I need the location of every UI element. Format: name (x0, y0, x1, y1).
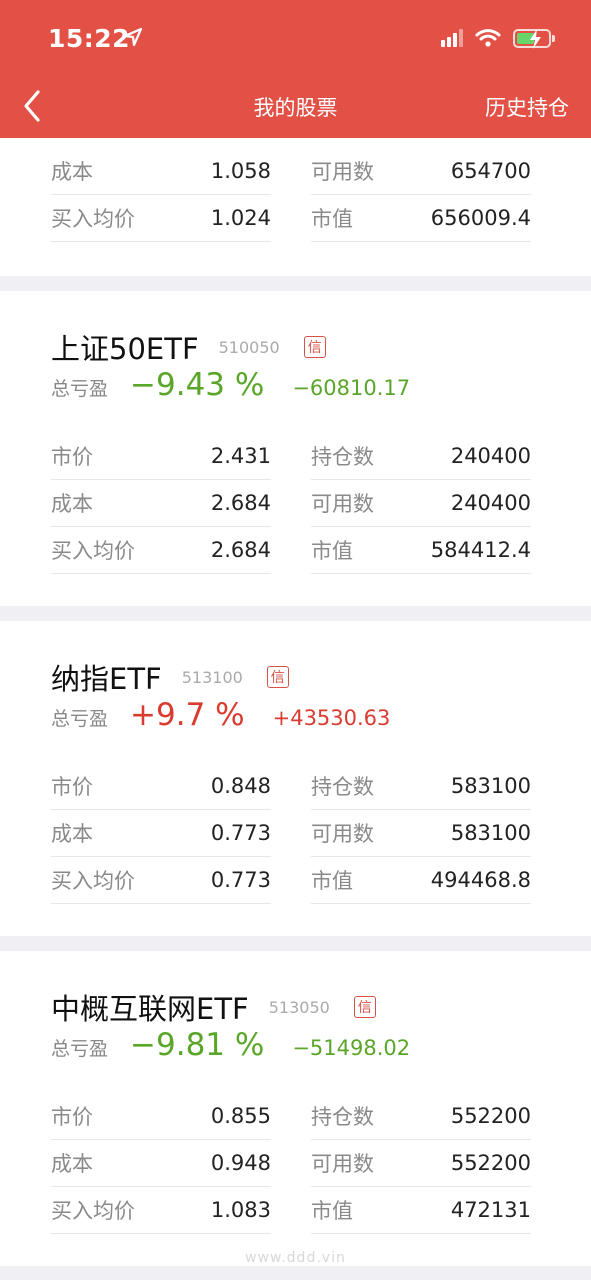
metric-value: 1.083 (210, 1198, 271, 1222)
credit-badge: 信 (303, 336, 326, 358)
credit-badge: 信 (266, 666, 289, 688)
pl-label: 总亏盈 (51, 378, 109, 400)
metric-row: 可用数 654700 (311, 148, 531, 195)
pl-percent: −9.81 % (130, 1027, 265, 1063)
metric-row: 市价 0.855 (51, 1093, 271, 1140)
metric-row: 成本 2.684 (51, 480, 271, 527)
stock-card[interactable]: 纳指ETF 513100 信 总亏盈 +9.7 % +43530.63 市价 0.… (0, 621, 591, 936)
metric-label: 市值 (311, 539, 353, 563)
app-header: 15:22 我的股票 历史持仓 (0, 0, 591, 138)
status-time: 15:22 (48, 24, 131, 53)
metric-label: 成本 (51, 492, 93, 516)
metric-value: 583100 (450, 821, 531, 845)
metric-label: 持仓数 (311, 1105, 374, 1129)
metric-value: 0.848 (210, 774, 271, 798)
stock-code: 510050 (218, 337, 280, 357)
metric-label: 买入均价 (51, 539, 135, 563)
metric-value: 472131 (450, 1198, 531, 1222)
metric-row: 市值 584412.4 (311, 527, 531, 574)
metric-row: 买入均价 1.024 (51, 195, 271, 242)
location-arrow-icon (123, 27, 143, 47)
metric-value: 0.948 (210, 1151, 271, 1175)
pl-amount: −51498.02 (292, 1036, 411, 1060)
metric-value: 1.058 (210, 159, 271, 183)
stock-card-partial: 成本 1.058 买入均价 1.024 可用数 654700 市值 656009… (0, 138, 591, 276)
metric-row: 可用数 552200 (311, 1140, 531, 1187)
metric-row: 市价 0.848 (51, 763, 271, 810)
metric-label: 市价 (51, 775, 93, 799)
metric-value: 0.773 (210, 868, 271, 892)
metric-row: 可用数 240400 (311, 480, 531, 527)
stock-name: 中概互联网ETF (51, 992, 249, 1026)
metric-row: 持仓数 552200 (311, 1093, 531, 1140)
metric-label: 买入均价 (51, 207, 135, 231)
metric-label: 持仓数 (311, 445, 374, 469)
credit-badge: 信 (353, 996, 376, 1018)
metric-row: 可用数 583100 (311, 810, 531, 857)
pl-label: 总亏盈 (51, 1038, 109, 1060)
pl-amount: +43530.63 (272, 706, 391, 730)
metric-row: 成本 0.773 (51, 810, 271, 857)
metric-label: 市值 (311, 207, 353, 231)
metric-value: 552200 (450, 1104, 531, 1128)
battery-icon (513, 28, 555, 49)
metric-row: 市值 656009.4 (311, 195, 531, 242)
metric-label: 可用数 (311, 822, 374, 846)
metric-value: 0.773 (210, 821, 271, 845)
cellular-signal-icon (441, 29, 463, 47)
metric-row: 成本 0.948 (51, 1140, 271, 1187)
metric-value: 2.431 (210, 444, 271, 468)
stock-card[interactable]: 上证50ETF 510050 信 总亏盈 −9.43 % −60810.17 市… (0, 291, 591, 606)
metric-label: 市价 (51, 1105, 93, 1129)
stock-name: 纳指ETF (51, 662, 162, 696)
metric-row: 持仓数 583100 (311, 763, 531, 810)
metric-value: 656009.4 (430, 206, 531, 230)
metric-value: 240400 (450, 491, 531, 515)
metric-label: 可用数 (311, 160, 374, 184)
metric-label: 市值 (311, 1199, 353, 1223)
metric-label: 市价 (51, 445, 93, 469)
metric-value: 654700 (450, 159, 531, 183)
status-icons (441, 28, 555, 49)
metric-row: 市值 494468.8 (311, 857, 531, 904)
metric-value: 2.684 (210, 491, 271, 515)
history-holdings-button[interactable]: 历史持仓 (485, 92, 569, 122)
stock-name: 上证50ETF (51, 332, 199, 366)
stock-code: 513100 (181, 667, 243, 687)
metric-value: 494468.8 (430, 868, 531, 892)
stock-code: 513050 (268, 997, 330, 1017)
wifi-icon (475, 29, 501, 47)
metric-label: 持仓数 (311, 775, 374, 799)
metric-row: 市价 2.431 (51, 433, 271, 480)
metric-label: 可用数 (311, 492, 374, 516)
metric-value: 584412.4 (430, 538, 531, 562)
stock-list: 成本 1.058 买入均价 1.024 可用数 654700 市值 656009… (0, 138, 591, 1266)
stock-card[interactable]: 中概互联网ETF 513050 信 总亏盈 −9.81 % −51498.02 … (0, 951, 591, 1266)
watermark: www.ddd.vin (245, 1250, 346, 1266)
metric-row: 买入均价 0.773 (51, 857, 271, 904)
metric-label: 成本 (51, 160, 93, 184)
metric-row: 市值 472131 (311, 1187, 531, 1234)
metric-value: 2.684 (210, 538, 271, 562)
metric-value: 0.855 (210, 1104, 271, 1128)
pl-percent: −9.43 % (130, 367, 265, 403)
metric-row: 买入均价 1.083 (51, 1187, 271, 1234)
metric-label: 市值 (311, 869, 353, 893)
metric-label: 买入均价 (51, 1199, 135, 1223)
metric-row: 成本 1.058 (51, 148, 271, 195)
metric-label: 成本 (51, 822, 93, 846)
metric-label: 可用数 (311, 1152, 374, 1176)
metric-value: 552200 (450, 1151, 531, 1175)
pl-percent: +9.7 % (130, 697, 245, 733)
metric-value: 583100 (450, 774, 531, 798)
metric-value: 240400 (450, 444, 531, 468)
metric-row: 买入均价 2.684 (51, 527, 271, 574)
pl-label: 总亏盈 (51, 708, 109, 730)
metric-value: 1.024 (210, 206, 271, 230)
metric-row: 持仓数 240400 (311, 433, 531, 480)
pl-amount: −60810.17 (292, 376, 411, 400)
metric-label: 买入均价 (51, 869, 135, 893)
metric-label: 成本 (51, 1152, 93, 1176)
